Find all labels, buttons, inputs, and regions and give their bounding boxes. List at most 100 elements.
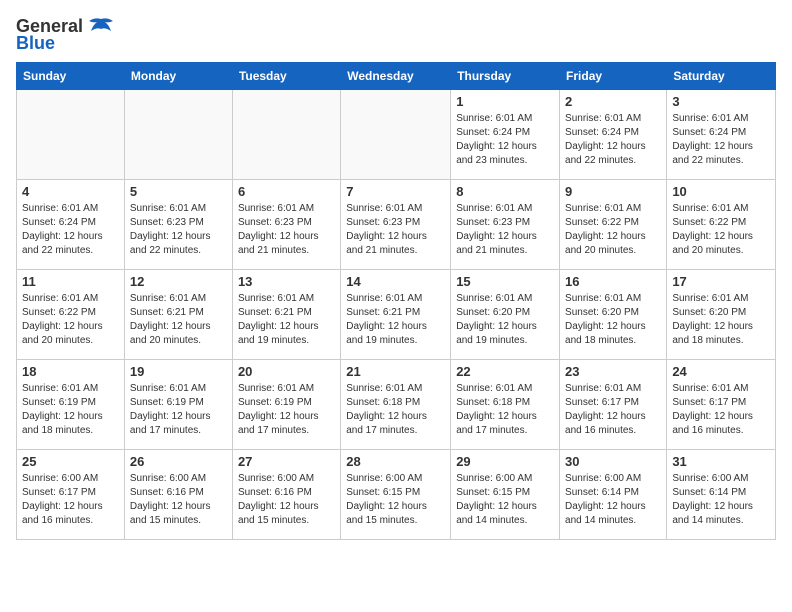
day-number: 23	[565, 364, 661, 379]
weekday-header-row: SundayMondayTuesdayWednesdayThursdayFrid…	[17, 63, 776, 90]
day-number: 1	[456, 94, 554, 109]
day-info: Sunrise: 6:01 AMSunset: 6:18 PMDaylight:…	[346, 382, 445, 438]
day-info: Sunrise: 6:01 AMSunset: 6:21 PMDaylight:…	[130, 292, 227, 348]
calendar-cell: 21 Sunrise: 6:01 AMSunset: 6:18 PMDaylig…	[341, 360, 451, 450]
weekday-header-thursday: Thursday	[451, 63, 560, 90]
day-info: Sunrise: 6:01 AMSunset: 6:17 PMDaylight:…	[565, 382, 661, 438]
calendar-cell: 17 Sunrise: 6:01 AMSunset: 6:20 PMDaylig…	[667, 270, 776, 360]
day-info: Sunrise: 6:00 AMSunset: 6:17 PMDaylight:…	[22, 472, 119, 528]
day-number: 27	[238, 454, 335, 469]
logo-blue-text: Blue	[16, 33, 55, 54]
day-number: 21	[346, 364, 445, 379]
day-number: 13	[238, 274, 335, 289]
weekday-header-sunday: Sunday	[17, 63, 125, 90]
calendar-cell: 28 Sunrise: 6:00 AMSunset: 6:15 PMDaylig…	[341, 450, 451, 540]
day-info: Sunrise: 6:01 AMSunset: 6:21 PMDaylight:…	[346, 292, 445, 348]
calendar-cell: 19 Sunrise: 6:01 AMSunset: 6:19 PMDaylig…	[124, 360, 232, 450]
day-info: Sunrise: 6:01 AMSunset: 6:24 PMDaylight:…	[456, 112, 554, 168]
day-number: 20	[238, 364, 335, 379]
day-info: Sunrise: 6:01 AMSunset: 6:22 PMDaylight:…	[565, 202, 661, 258]
calendar-cell: 9 Sunrise: 6:01 AMSunset: 6:22 PMDayligh…	[560, 180, 667, 270]
day-number: 28	[346, 454, 445, 469]
day-info: Sunrise: 6:00 AMSunset: 6:15 PMDaylight:…	[346, 472, 445, 528]
weekday-header-monday: Monday	[124, 63, 232, 90]
day-number: 14	[346, 274, 445, 289]
calendar-cell: 18 Sunrise: 6:01 AMSunset: 6:19 PMDaylig…	[17, 360, 125, 450]
day-info: Sunrise: 6:01 AMSunset: 6:24 PMDaylight:…	[565, 112, 661, 168]
week-row-5: 25 Sunrise: 6:00 AMSunset: 6:17 PMDaylig…	[17, 450, 776, 540]
calendar-cell: 20 Sunrise: 6:01 AMSunset: 6:19 PMDaylig…	[232, 360, 340, 450]
day-number: 9	[565, 184, 661, 199]
day-number: 8	[456, 184, 554, 199]
logo-bird-icon	[87, 17, 115, 37]
day-number: 12	[130, 274, 227, 289]
calendar-cell	[124, 90, 232, 180]
day-number: 24	[672, 364, 770, 379]
calendar-cell: 3 Sunrise: 6:01 AMSunset: 6:24 PMDayligh…	[667, 90, 776, 180]
day-info: Sunrise: 6:01 AMSunset: 6:19 PMDaylight:…	[22, 382, 119, 438]
day-number: 31	[672, 454, 770, 469]
day-info: Sunrise: 6:01 AMSunset: 6:17 PMDaylight:…	[672, 382, 770, 438]
week-row-4: 18 Sunrise: 6:01 AMSunset: 6:19 PMDaylig…	[17, 360, 776, 450]
day-info: Sunrise: 6:01 AMSunset: 6:22 PMDaylight:…	[22, 292, 119, 348]
day-number: 2	[565, 94, 661, 109]
day-number: 10	[672, 184, 770, 199]
day-info: Sunrise: 6:01 AMSunset: 6:21 PMDaylight:…	[238, 292, 335, 348]
calendar-cell: 12 Sunrise: 6:01 AMSunset: 6:21 PMDaylig…	[124, 270, 232, 360]
day-info: Sunrise: 6:00 AMSunset: 6:14 PMDaylight:…	[565, 472, 661, 528]
calendar-cell: 25 Sunrise: 6:00 AMSunset: 6:17 PMDaylig…	[17, 450, 125, 540]
calendar-cell: 6 Sunrise: 6:01 AMSunset: 6:23 PMDayligh…	[232, 180, 340, 270]
day-info: Sunrise: 6:01 AMSunset: 6:19 PMDaylight:…	[238, 382, 335, 438]
day-number: 7	[346, 184, 445, 199]
day-info: Sunrise: 6:01 AMSunset: 6:19 PMDaylight:…	[130, 382, 227, 438]
day-info: Sunrise: 6:01 AMSunset: 6:20 PMDaylight:…	[456, 292, 554, 348]
day-info: Sunrise: 6:01 AMSunset: 6:24 PMDaylight:…	[22, 202, 119, 258]
day-info: Sunrise: 6:01 AMSunset: 6:22 PMDaylight:…	[672, 202, 770, 258]
day-number: 15	[456, 274, 554, 289]
calendar-cell	[17, 90, 125, 180]
day-info: Sunrise: 6:01 AMSunset: 6:20 PMDaylight:…	[672, 292, 770, 348]
calendar-cell: 11 Sunrise: 6:01 AMSunset: 6:22 PMDaylig…	[17, 270, 125, 360]
day-number: 11	[22, 274, 119, 289]
day-info: Sunrise: 6:01 AMSunset: 6:23 PMDaylight:…	[130, 202, 227, 258]
day-info: Sunrise: 6:00 AMSunset: 6:14 PMDaylight:…	[672, 472, 770, 528]
calendar-cell: 8 Sunrise: 6:01 AMSunset: 6:23 PMDayligh…	[451, 180, 560, 270]
calendar-cell: 29 Sunrise: 6:00 AMSunset: 6:15 PMDaylig…	[451, 450, 560, 540]
day-number: 5	[130, 184, 227, 199]
calendar-cell: 24 Sunrise: 6:01 AMSunset: 6:17 PMDaylig…	[667, 360, 776, 450]
day-number: 26	[130, 454, 227, 469]
day-number: 22	[456, 364, 554, 379]
calendar-cell	[232, 90, 340, 180]
calendar-cell: 26 Sunrise: 6:00 AMSunset: 6:16 PMDaylig…	[124, 450, 232, 540]
calendar-cell: 14 Sunrise: 6:01 AMSunset: 6:21 PMDaylig…	[341, 270, 451, 360]
calendar-cell: 23 Sunrise: 6:01 AMSunset: 6:17 PMDaylig…	[560, 360, 667, 450]
calendar-cell: 4 Sunrise: 6:01 AMSunset: 6:24 PMDayligh…	[17, 180, 125, 270]
calendar-cell: 27 Sunrise: 6:00 AMSunset: 6:16 PMDaylig…	[232, 450, 340, 540]
weekday-header-tuesday: Tuesday	[232, 63, 340, 90]
page-header: General Blue	[16, 16, 776, 54]
day-number: 18	[22, 364, 119, 379]
weekday-header-wednesday: Wednesday	[341, 63, 451, 90]
calendar-cell: 22 Sunrise: 6:01 AMSunset: 6:18 PMDaylig…	[451, 360, 560, 450]
calendar-cell: 30 Sunrise: 6:00 AMSunset: 6:14 PMDaylig…	[560, 450, 667, 540]
day-number: 4	[22, 184, 119, 199]
weekday-header-saturday: Saturday	[667, 63, 776, 90]
day-number: 30	[565, 454, 661, 469]
day-number: 6	[238, 184, 335, 199]
day-number: 17	[672, 274, 770, 289]
week-row-2: 4 Sunrise: 6:01 AMSunset: 6:24 PMDayligh…	[17, 180, 776, 270]
day-number: 3	[672, 94, 770, 109]
day-info: Sunrise: 6:00 AMSunset: 6:15 PMDaylight:…	[456, 472, 554, 528]
day-number: 29	[456, 454, 554, 469]
week-row-3: 11 Sunrise: 6:01 AMSunset: 6:22 PMDaylig…	[17, 270, 776, 360]
day-info: Sunrise: 6:01 AMSunset: 6:23 PMDaylight:…	[346, 202, 445, 258]
day-info: Sunrise: 6:01 AMSunset: 6:24 PMDaylight:…	[672, 112, 770, 168]
calendar-cell	[341, 90, 451, 180]
calendar-cell: 15 Sunrise: 6:01 AMSunset: 6:20 PMDaylig…	[451, 270, 560, 360]
day-number: 19	[130, 364, 227, 379]
day-info: Sunrise: 6:01 AMSunset: 6:20 PMDaylight:…	[565, 292, 661, 348]
day-info: Sunrise: 6:01 AMSunset: 6:18 PMDaylight:…	[456, 382, 554, 438]
calendar-cell: 1 Sunrise: 6:01 AMSunset: 6:24 PMDayligh…	[451, 90, 560, 180]
day-number: 16	[565, 274, 661, 289]
logo: General Blue	[16, 16, 115, 54]
